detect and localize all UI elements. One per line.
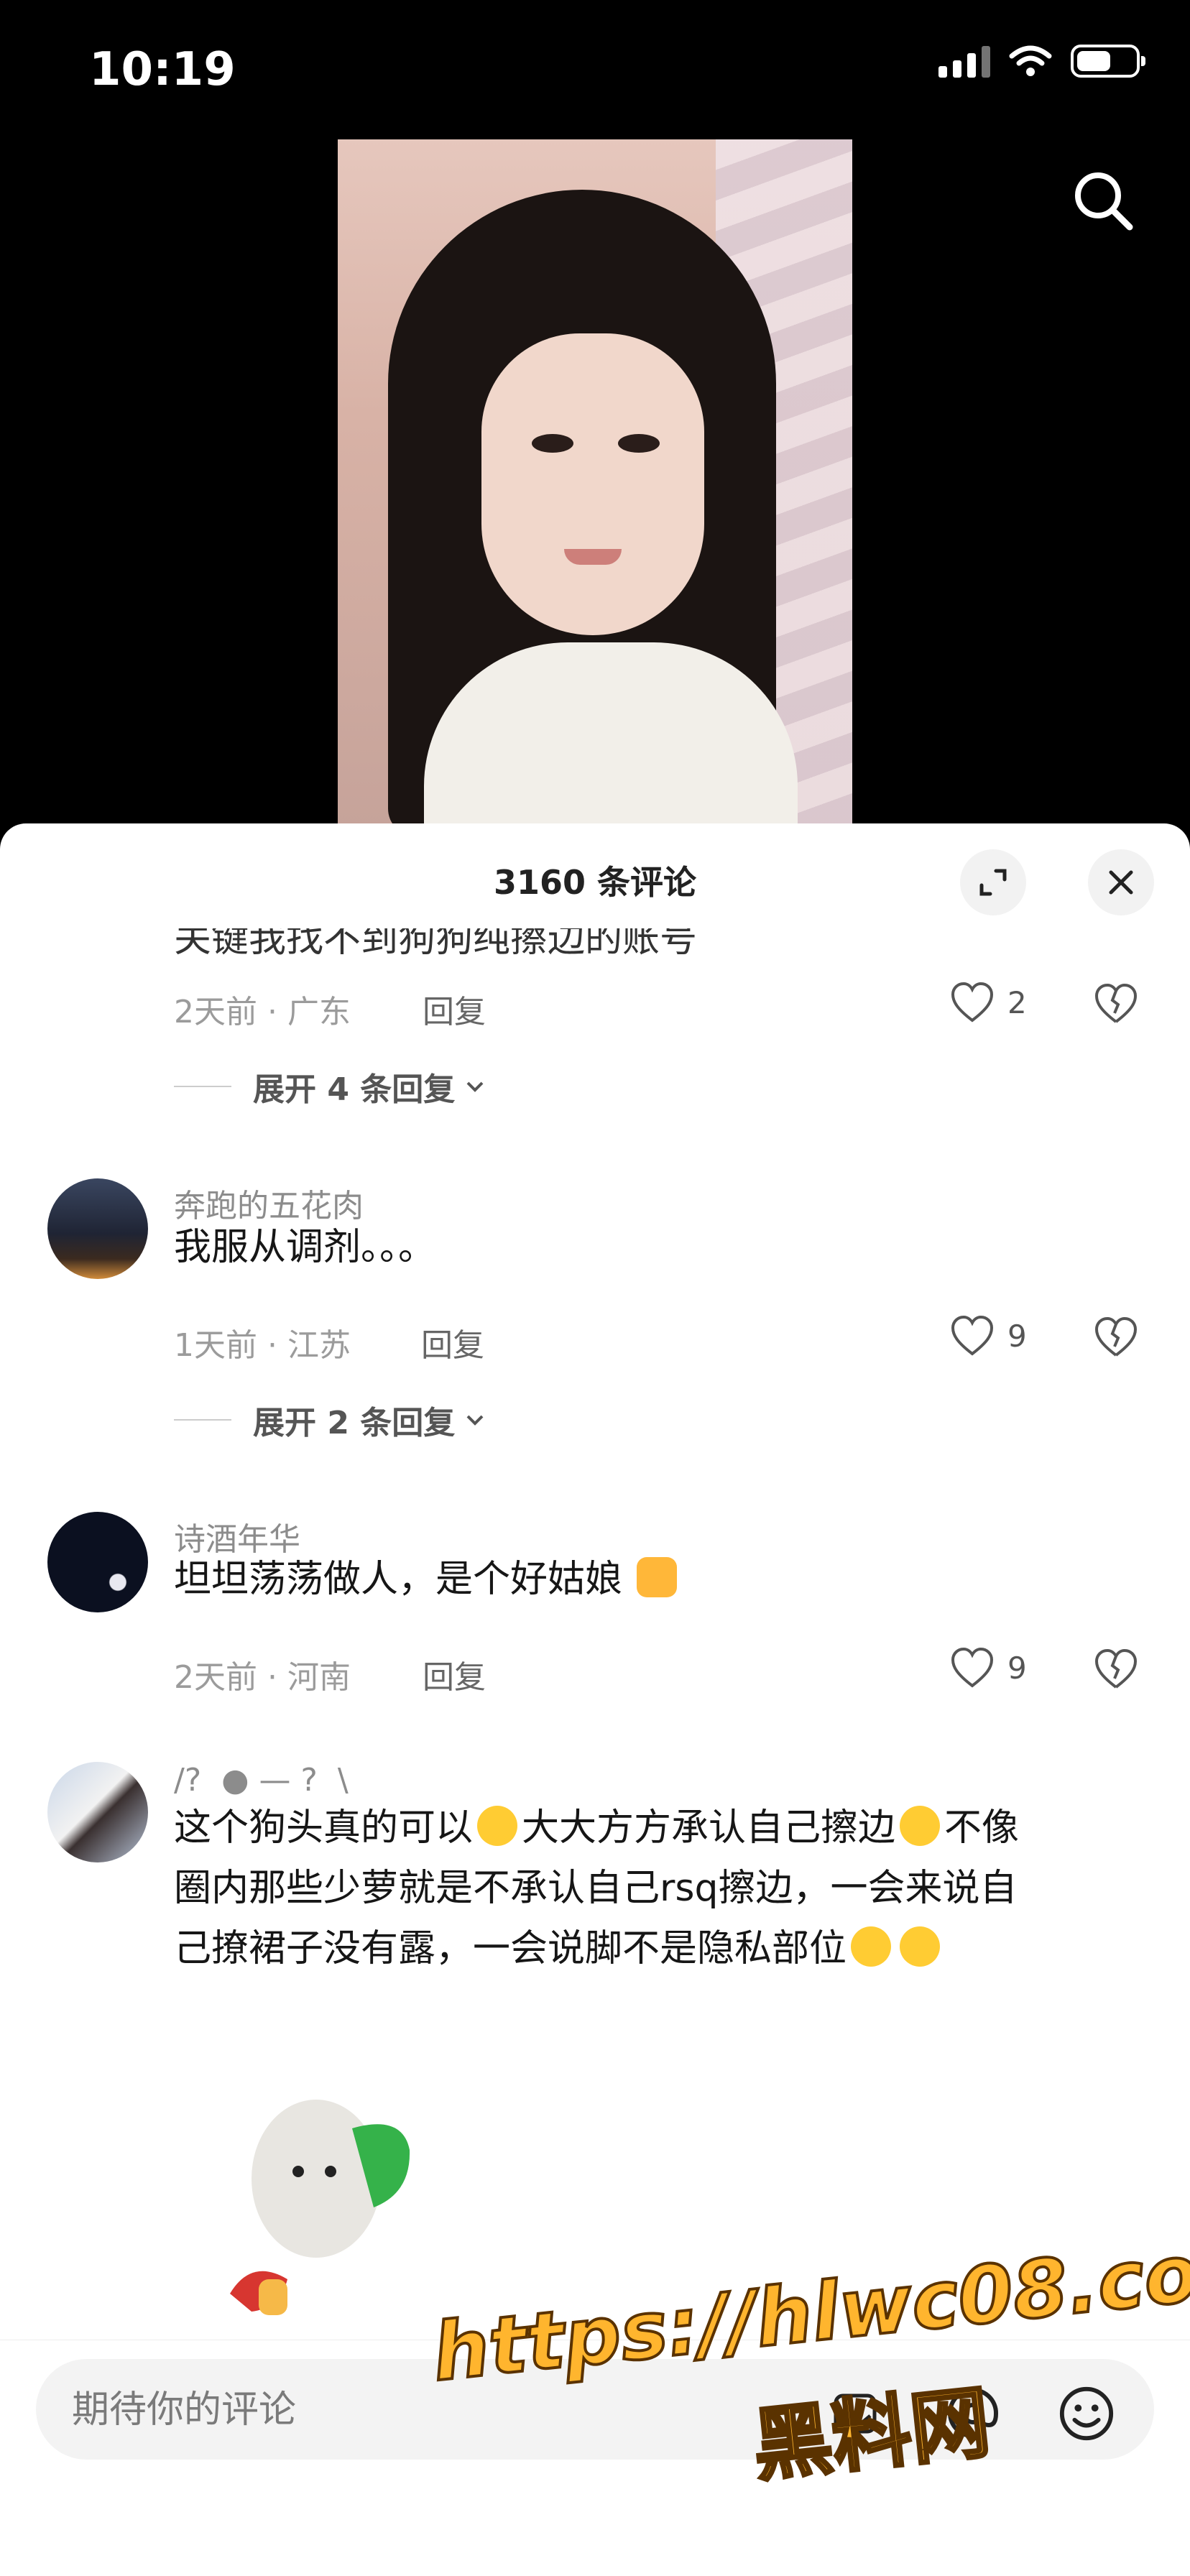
heart-icon [951,1647,994,1688]
comment-text: 关键我找不到狗狗纯擦边的账号 [174,928,698,961]
comment-text: 我服从调剂。。。 [174,1226,436,1269]
expand-icon [979,869,1007,896]
broken-heart-icon[interactable] [1094,1315,1138,1359]
reply-button[interactable]: 回复 [423,986,486,1032]
comment-username[interactable]: /? ● — ? \ [174,1762,349,1799]
comment-meta: 1天前 · 江苏 [174,1327,351,1364]
comment-sticker-image[interactable] [223,2071,424,2315]
like-button[interactable]: 9 [950,1647,1027,1689]
like-button[interactable]: 2 [950,982,1027,1023]
laugh-cry-emoji [900,1806,941,1846]
reply-button[interactable]: 回复 [421,1319,484,1365]
watermark-name: 黑料网 [747,2375,996,2494]
broken-heart-icon[interactable] [1094,982,1138,1026]
reply-button[interactable]: 回复 [423,1651,486,1697]
avatar[interactable] [47,1762,148,1862]
status-icons [938,45,1145,78]
broken-heart-icon[interactable] [1094,1647,1138,1691]
expand-replies-button[interactable]: 展开 4 条回复 [174,1063,488,1109]
avatar[interactable] [47,1178,148,1279]
avatar[interactable] [47,1512,148,1612]
close-icon [1109,870,1133,895]
expand-replies-label: 展开 2 条回复 [253,1405,456,1441]
comment-text: 这个狗头真的可以 大大方方承认自己擦边 不像 圈内那些少萝就是不承认自己rsq擦边，… [174,1806,1020,1970]
wifi-icon [1009,45,1052,76]
battery-icon [1071,45,1145,78]
laugh-cry-emoji [477,1806,518,1846]
status-time: 10:19 [89,43,236,96]
like-count: 2 [1007,984,1027,1020]
like-count: 9 [1007,1650,1027,1686]
video-player[interactable] [338,139,852,829]
expand-replies-button[interactable]: 展开 2 条回复 [174,1397,488,1443]
cellular-signal-icon [938,45,990,78]
search-icon[interactable] [1066,164,1138,236]
heart-icon [951,1315,994,1356]
comment-text: 坦坦荡荡做人，是个好姑娘 [174,1549,1151,1610]
like-count: 9 [1007,1318,1027,1354]
comment-meta: 2天前 · 广东 [174,994,351,1030]
expand-replies-label: 展开 4 条回复 [253,1071,456,1108]
heart-icon [951,982,994,1022]
chevron-down-icon [466,1415,484,1426]
like-button[interactable]: 9 [950,1315,1027,1357]
close-panel-button[interactable] [1088,849,1154,915]
laugh-cry-emoji [900,1926,941,1967]
expand-panel-button[interactable] [960,849,1026,915]
chevron-down-icon [466,1081,484,1092]
laugh-cry-emoji [851,1926,892,1967]
comment-meta: 2天前 · 河南 [174,1659,351,1696]
thumbs-up-emoji [637,1557,678,1597]
